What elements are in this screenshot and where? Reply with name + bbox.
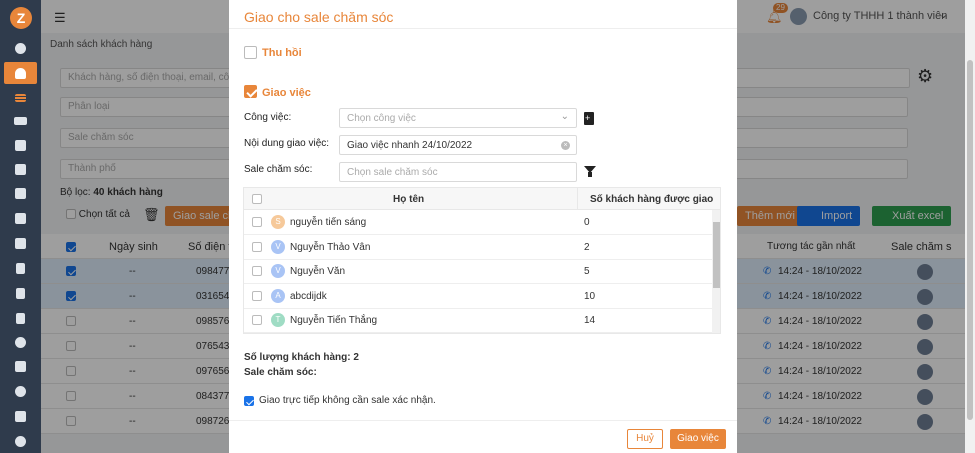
app-logo: Z <box>10 7 32 29</box>
sale-name: Nguyễn Thảo Vân <box>290 241 371 253</box>
briefcase-icon[interactable] <box>0 134 41 156</box>
task-content-value: Giao việc nhanh 24/10/2022 <box>347 140 473 151</box>
sale-label: Sale chăm sóc: <box>244 164 313 175</box>
sale-row[interactable]: T Nguyễn Tiến Thắng 14 <box>244 308 712 333</box>
sale-row-checkbox[interactable] <box>252 241 262 252</box>
assign-task-label: Giao việc <box>262 87 311 99</box>
modal-title: Giao cho sale chăm sóc <box>244 9 394 25</box>
sale-row[interactable]: V Nguyễn Văn 5 <box>244 259 712 284</box>
summary-sale-label: Sale chăm sóc: <box>244 367 317 378</box>
summary-count-label: Số lượng khách hàng: <box>244 352 351 363</box>
sale-count: 14 <box>584 315 596 326</box>
task-select[interactable]: Chọn công việc ⌄ <box>339 108 577 128</box>
map-icon[interactable] <box>0 355 41 377</box>
sale-row-checkbox[interactable] <box>252 290 262 301</box>
add-task-icon[interactable]: + <box>584 112 594 125</box>
sidebar: Z <box>0 0 41 453</box>
sale-table: Họ tên Số khách hàng được giao Snguyễn t… <box>243 187 721 334</box>
clear-icon[interactable]: × <box>561 141 570 150</box>
sale-table-scrollbar[interactable] <box>712 210 720 333</box>
sale-name: Nguyễn Văn <box>290 266 346 277</box>
chevron-down-icon: ⌄ <box>560 111 569 122</box>
sale-avatar: T <box>271 313 285 327</box>
table-icon[interactable] <box>0 182 41 204</box>
cancel-button[interactable]: Huỷ <box>627 429 663 449</box>
contact-icon[interactable] <box>0 405 41 427</box>
sale-count: 10 <box>584 290 596 302</box>
chart-icon[interactable] <box>0 207 41 229</box>
list-icon[interactable] <box>0 87 41 109</box>
sale-select-all-checkbox[interactable] <box>252 194 262 204</box>
sale-table-header: Họ tên Số khách hàng được giao <box>244 188 720 210</box>
sale-count: 0 <box>584 217 590 228</box>
users-icon[interactable] <box>0 110 41 132</box>
edit-icon[interactable] <box>0 158 41 180</box>
sale-count: 2 <box>584 241 590 253</box>
chat-icon[interactable] <box>0 380 41 402</box>
file-icon[interactable] <box>0 257 41 279</box>
revoke-checkbox[interactable] <box>244 46 257 59</box>
submit-assign-button[interactable]: Giao việc <box>670 429 726 449</box>
building-icon[interactable] <box>0 232 41 254</box>
settings-icon[interactable] <box>0 430 41 452</box>
sale-name: nguyễn tiến sáng <box>290 217 367 228</box>
sale-search-input[interactable]: Chọn sale chăm sóc <box>339 162 577 182</box>
sale-avatar: A <box>271 288 285 303</box>
revoke-label: Thu hồi <box>262 47 302 59</box>
task-content-input[interactable]: Giao việc nhanh 24/10/2022 × <box>339 135 577 155</box>
phone-icon[interactable] <box>0 331 41 353</box>
col-name: Họ tên <box>393 194 425 205</box>
content-label: Nội dung giao việc: <box>244 138 330 149</box>
sale-row[interactable]: Aabcdijdk 10 <box>244 284 712 309</box>
sale-name: Nguyễn Tiến Thắng <box>290 315 378 326</box>
sale-row-checkbox[interactable] <box>252 217 262 227</box>
sale-row[interactable]: V Nguyễn Thảo Vân 2 <box>244 235 712 260</box>
report-icon[interactable] <box>0 307 41 329</box>
sale-avatar: V <box>271 239 285 254</box>
sale-avatar: V <box>271 264 285 278</box>
document-icon[interactable] <box>0 282 41 304</box>
summary-count: Số lượng khách hàng: 2 <box>244 352 359 363</box>
sale-name: abcdijdk <box>290 290 327 302</box>
assign-sale-modal: Giao cho sale chăm sóc Thu hồi Giao việc… <box>229 0 737 453</box>
user-icon[interactable] <box>4 62 37 84</box>
sale-row[interactable]: Snguyễn tiến sáng 0 <box>244 210 712 235</box>
task-placeholder: Chọn công việc <box>347 113 416 124</box>
direct-assign-checkbox[interactable] <box>244 395 254 407</box>
col-count: Số khách hàng được giao <box>590 194 714 205</box>
sale-count: 5 <box>584 266 590 277</box>
sale-avatar: S <box>271 215 285 229</box>
assign-task-checkbox[interactable] <box>244 85 257 98</box>
sale-row-checkbox[interactable] <box>252 266 262 276</box>
summary-count-value: 2 <box>353 352 359 363</box>
dashboard-icon[interactable] <box>0 37 41 59</box>
task-label: Công việc: <box>244 112 292 123</box>
page-scrollbar[interactable] <box>965 0 975 453</box>
sale-row-checkbox[interactable] <box>252 315 262 325</box>
direct-assign-label: Giao trực tiếp không cần sale xác nhận. <box>259 395 436 406</box>
